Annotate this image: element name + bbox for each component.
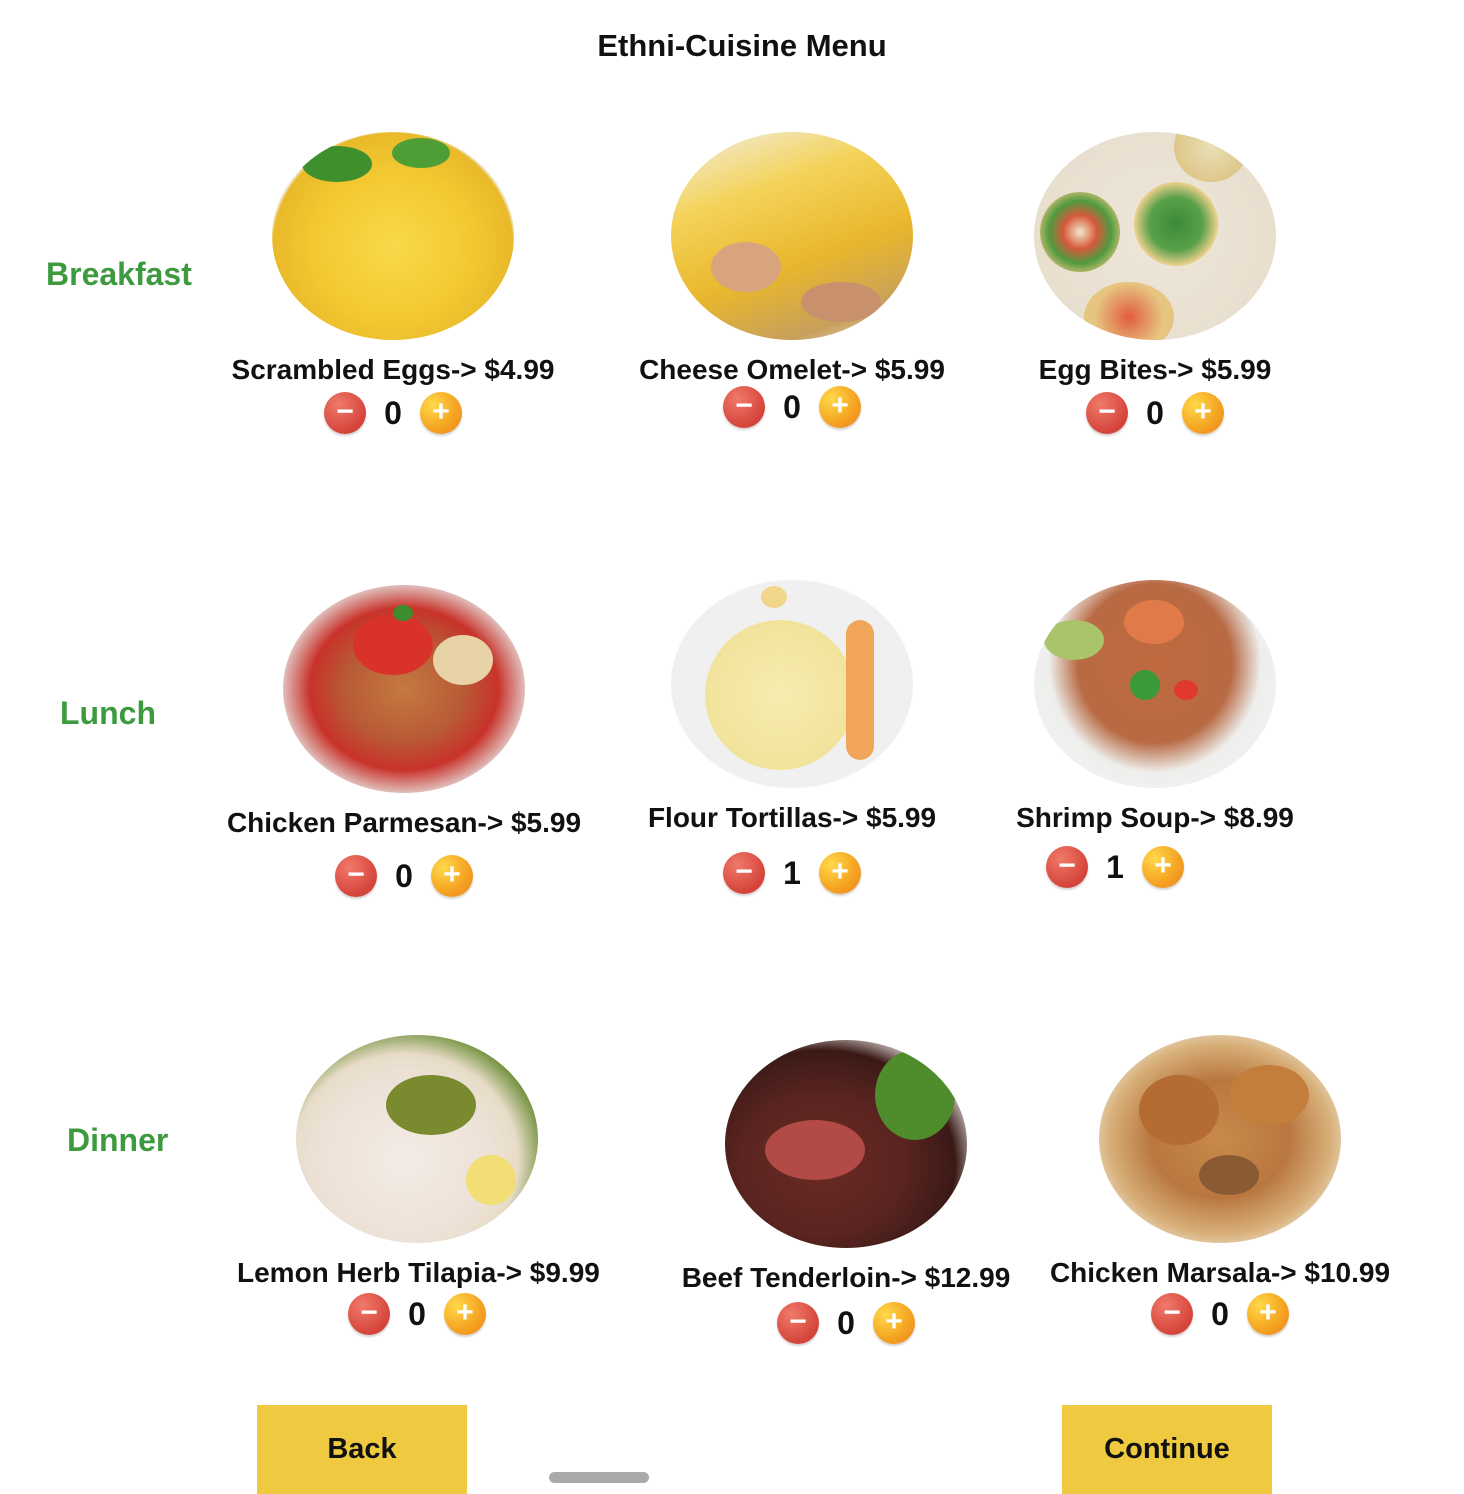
quantity-stepper: − 0 + — [213, 392, 573, 434]
category-breakfast: Breakfast — [46, 256, 192, 292]
home-indicator[interactable] — [549, 1472, 649, 1483]
continue-button[interactable]: Continue — [1062, 1405, 1272, 1494]
increase-button[interactable]: + — [444, 1293, 486, 1335]
item-label: Chicken Marsala-> $10.99 — [1049, 1257, 1391, 1288]
item-label: Flour Tortillas-> $5.99 — [647, 802, 937, 833]
increase-button[interactable]: + — [1182, 392, 1224, 434]
item-label: Beef Tenderloin-> $12.99 — [681, 1262, 1011, 1293]
scrambled-eggs-photo — [272, 132, 514, 340]
egg-bites-photo — [1034, 132, 1276, 340]
quantity-value: 0 — [395, 857, 413, 894]
menu-item-cheese-omelet: Cheese Omelet-> $5.99 − 0 + — [612, 132, 972, 428]
quantity-value: 0 — [837, 1304, 855, 1341]
increase-button[interactable]: + — [431, 855, 473, 897]
decrease-button[interactable]: − — [777, 1302, 819, 1344]
menu-item-chicken-parmesan: Chicken Parmesan-> $5.99 − 0 + — [224, 585, 584, 897]
category-dinner: Dinner — [67, 1122, 169, 1158]
lemon-herb-tilapia-photo — [296, 1035, 538, 1243]
quantity-value: 1 — [783, 854, 801, 891]
minus-icon: − — [1058, 848, 1076, 882]
item-label: Lemon Herb Tilapia-> $9.99 — [237, 1257, 600, 1288]
quantity-value: 1 — [1106, 848, 1124, 885]
minus-icon: − — [347, 857, 365, 891]
plus-icon: + — [885, 1304, 903, 1338]
quantity-stepper: − 0 + — [224, 855, 584, 897]
minus-icon: − — [1098, 394, 1116, 428]
plus-icon: + — [831, 854, 849, 888]
increase-button[interactable]: + — [1142, 846, 1184, 888]
item-label: Scrambled Eggs-> $4.99 — [231, 354, 555, 385]
decrease-button[interactable]: − — [1086, 392, 1128, 434]
quantity-value: 0 — [384, 394, 402, 431]
quantity-stepper: − 0 + — [666, 1302, 1026, 1344]
increase-button[interactable]: + — [1247, 1293, 1289, 1335]
decrease-button[interactable]: − — [1046, 846, 1088, 888]
quantity-stepper: − 0 + — [237, 1293, 597, 1335]
minus-icon: − — [360, 1295, 378, 1329]
minus-icon: − — [789, 1304, 807, 1338]
back-button[interactable]: Back — [257, 1405, 467, 1494]
quantity-stepper: − 1 + — [895, 846, 1335, 888]
decrease-button[interactable]: − — [348, 1293, 390, 1335]
plus-icon: + — [443, 857, 461, 891]
minus-icon: − — [735, 388, 753, 422]
decrease-button[interactable]: − — [723, 852, 765, 894]
menu-item-shrimp-soup: Shrimp Soup-> $8.99 − 1 + — [975, 580, 1335, 888]
minus-icon: − — [1163, 1295, 1181, 1329]
plus-icon: + — [432, 394, 450, 428]
quantity-value: 0 — [408, 1295, 426, 1332]
item-label: Egg Bites-> $5.99 — [1038, 354, 1272, 385]
shrimp-soup-photo — [1034, 580, 1276, 788]
menu-item-scrambled-eggs: Scrambled Eggs-> $4.99 − 0 + — [213, 132, 573, 434]
increase-button[interactable]: + — [873, 1302, 915, 1344]
minus-icon: − — [735, 854, 753, 888]
item-label: Shrimp Soup-> $8.99 — [1016, 802, 1294, 833]
plus-icon: + — [1154, 848, 1172, 882]
quantity-value: 0 — [783, 388, 801, 425]
quantity-value: 0 — [1146, 394, 1164, 431]
increase-button[interactable]: + — [420, 392, 462, 434]
decrease-button[interactable]: − — [324, 392, 366, 434]
quantity-stepper: − 0 + — [1040, 1293, 1400, 1335]
menu-item-lemon-herb-tilapia: Lemon Herb Tilapia-> $9.99 − 0 + — [237, 1035, 600, 1335]
quantity-stepper: − 0 + — [975, 392, 1335, 434]
flour-tortillas-photo — [671, 580, 913, 788]
decrease-button[interactable]: − — [335, 855, 377, 897]
menu-item-chicken-marsala: Chicken Marsala-> $10.99 − 0 + — [1040, 1035, 1400, 1335]
decrease-button[interactable]: − — [1151, 1293, 1193, 1335]
menu-item-egg-bites: Egg Bites-> $5.99 − 0 + — [975, 132, 1335, 434]
category-lunch: Lunch — [60, 695, 156, 731]
increase-button[interactable]: + — [819, 852, 861, 894]
minus-icon: − — [336, 394, 354, 428]
increase-button[interactable]: + — [819, 386, 861, 428]
plus-icon: + — [1194, 394, 1212, 428]
item-label: Chicken Parmesan-> $5.99 — [226, 807, 582, 838]
page-title: Ethni-Cuisine Menu — [597, 28, 887, 63]
item-label: Cheese Omelet-> $5.99 — [639, 354, 945, 385]
quantity-value: 0 — [1211, 1295, 1229, 1332]
quantity-stepper: − 0 + — [612, 386, 972, 428]
chicken-parmesan-photo — [283, 585, 525, 793]
plus-icon: + — [1259, 1295, 1277, 1329]
beef-tenderloin-photo — [725, 1040, 967, 1248]
menu-item-beef-tenderloin: Beef Tenderloin-> $12.99 − 0 + — [666, 1040, 1026, 1344]
chicken-marsala-photo — [1099, 1035, 1341, 1243]
decrease-button[interactable]: − — [723, 386, 765, 428]
cheese-omelet-photo — [671, 132, 913, 340]
plus-icon: + — [456, 1295, 474, 1329]
plus-icon: + — [831, 388, 849, 422]
